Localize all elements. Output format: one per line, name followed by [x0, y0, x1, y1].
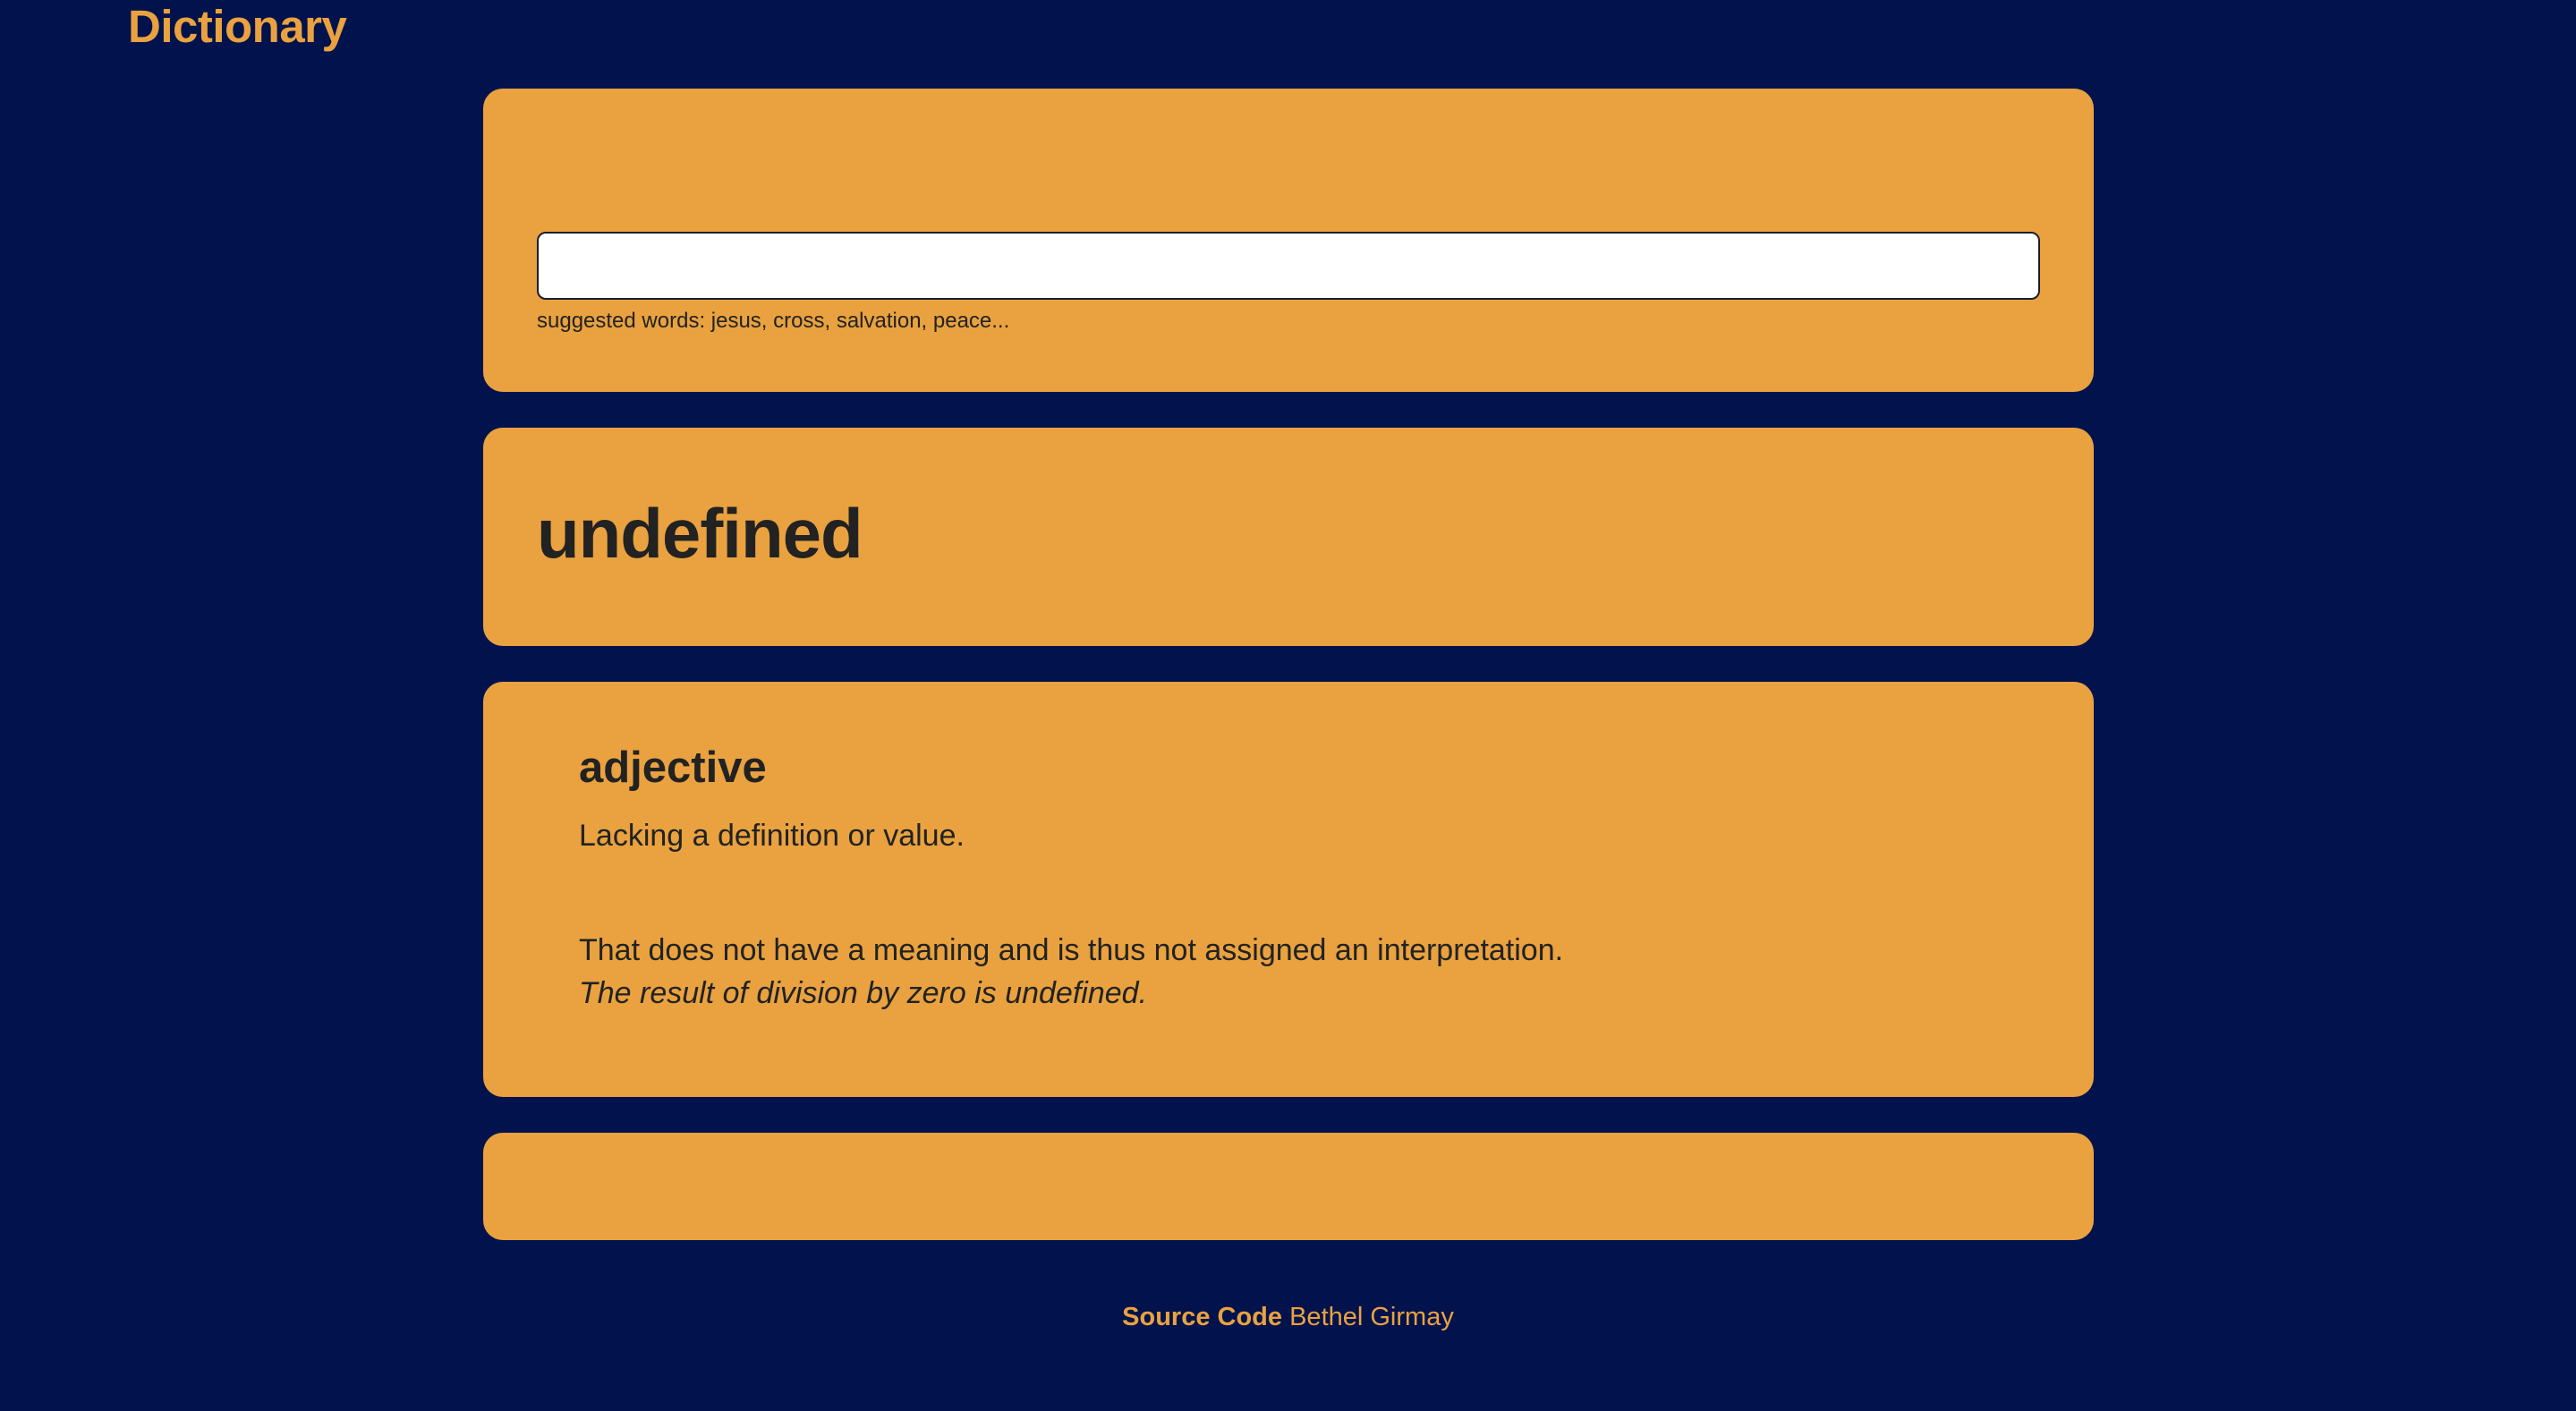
part-of-speech: adjective — [579, 744, 767, 792]
meaning-card: adjective Lacking a definition or value.… — [483, 682, 2094, 1097]
search-card: suggested words: jesus, cross, salvation… — [483, 89, 2094, 392]
app-title: Dictionary — [128, 1, 347, 52]
definition-text: That does not have a meaning and is thus… — [579, 933, 1564, 967]
footer: Source Code Bethel Girmay — [0, 1296, 2576, 1339]
definition-text: Lacking a definition or value. — [579, 819, 965, 853]
definition-example: The result of division by zero is undefi… — [579, 976, 1148, 1010]
author-link[interactable]: Bethel Girmay — [1289, 1303, 1454, 1331]
search-input[interactable] — [537, 232, 2040, 300]
suggested-words-hint: suggested words: jesus, cross, salvation… — [537, 309, 1010, 333]
photos-card — [483, 1133, 2094, 1240]
word-card: undefined — [483, 428, 2094, 646]
source-code-link[interactable]: Source Code — [1122, 1303, 1282, 1331]
word-title: undefined — [537, 494, 863, 573]
